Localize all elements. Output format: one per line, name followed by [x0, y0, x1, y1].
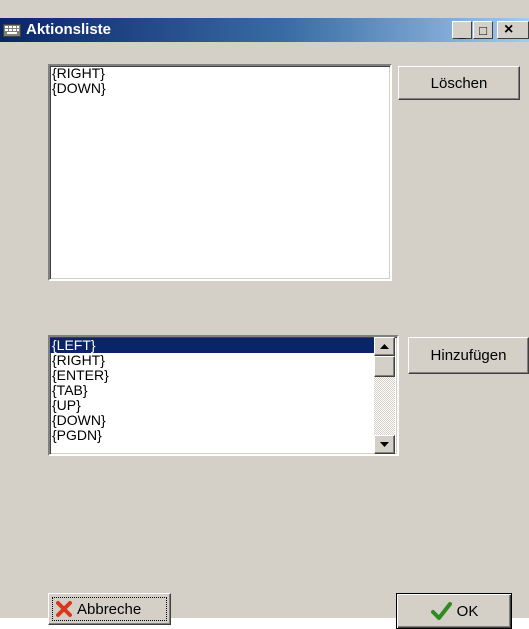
list-item[interactable]: {DOWN} — [50, 81, 390, 96]
window-title: Aktionsliste — [26, 21, 112, 38]
list-item-selected[interactable]: {LEFT} — [50, 338, 374, 353]
close-icon: × — [504, 21, 514, 38]
maximize-button[interactable]: □ — [473, 21, 493, 39]
list-item[interactable]: {RIGHT} — [50, 66, 390, 81]
scroll-down-button[interactable] — [374, 435, 395, 454]
vertical-scrollbar[interactable] — [374, 337, 395, 454]
add-button-label: Hinzufügen — [430, 347, 507, 364]
minimize-icon: _ — [458, 24, 466, 40]
arrow-down-icon — [380, 441, 389, 447]
delete-button[interactable]: Löschen — [398, 66, 520, 100]
arrow-up-icon — [380, 343, 389, 349]
aktionsliste-window: Aktionsliste _ □ × {RIGHT} {DOWN} Lösche… — [0, 0, 529, 629]
ok-button[interactable]: OK — [396, 593, 512, 629]
list-item[interactable]: {RIGHT} — [50, 353, 374, 368]
close-button[interactable]: × — [497, 21, 529, 39]
delete-button-label: Löschen — [430, 74, 488, 92]
keyboard-icon — [3, 24, 21, 37]
list-item[interactable]: {TAB} — [50, 383, 374, 398]
maximize-icon: □ — [479, 22, 487, 38]
x-mark-icon — [56, 601, 72, 617]
list-item[interactable]: {ENTER} — [50, 368, 374, 383]
scroll-thumb[interactable] — [374, 356, 395, 377]
title-bar[interactable]: Aktionsliste _ □ × — [0, 18, 529, 42]
minimize-button[interactable]: _ — [452, 21, 472, 39]
cancel-button-label: Abbreche — [77, 600, 142, 618]
ok-button-label: OK — [456, 602, 479, 620]
available-keys-list[interactable]: {LEFT} {RIGHT} {ENTER} {TAB} {UP} {DOWN}… — [48, 335, 399, 456]
list-item[interactable]: {PGDN} — [50, 428, 374, 443]
cancel-button[interactable]: Abbreche — [48, 593, 171, 625]
add-button[interactable]: Hinzufügen — [408, 337, 529, 374]
scroll-up-button[interactable] — [374, 337, 395, 356]
list-item[interactable]: {DOWN} — [50, 413, 374, 428]
action-list[interactable]: {RIGHT} {DOWN} — [48, 64, 392, 281]
checkmark-icon — [430, 602, 452, 620]
list-item[interactable]: {UP} — [50, 398, 374, 413]
